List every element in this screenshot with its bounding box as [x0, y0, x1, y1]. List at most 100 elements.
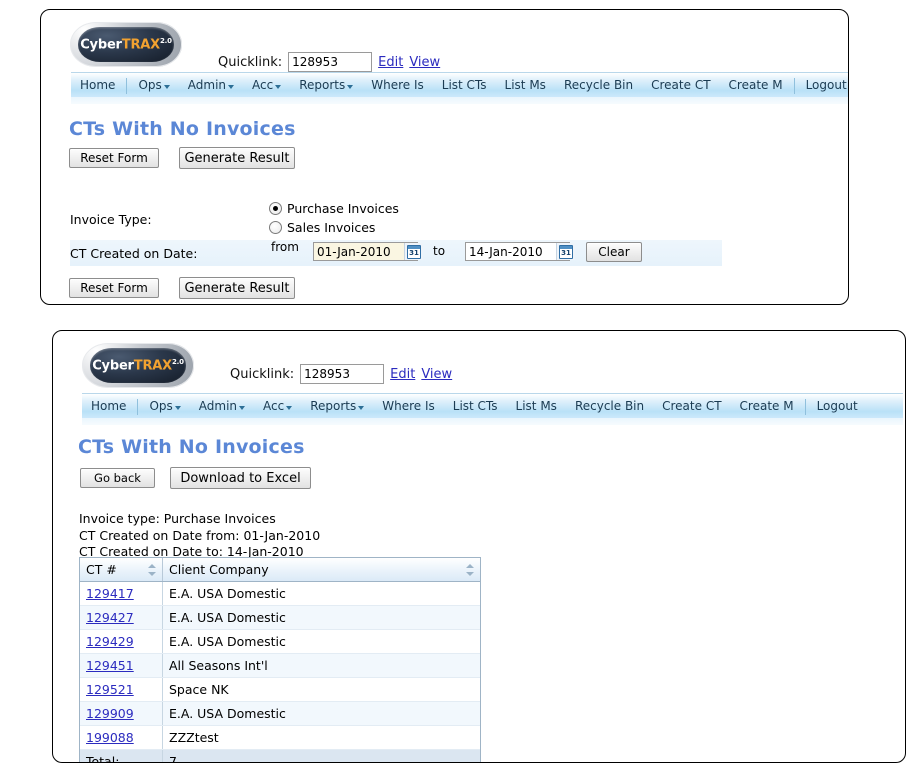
- ct-number-link[interactable]: 129429: [86, 634, 134, 649]
- cell-ct-number: 129429: [80, 629, 163, 654]
- generate-result-button-bottom[interactable]: Generate Result: [179, 277, 295, 299]
- chevron-down-icon: [275, 85, 282, 89]
- total-label: Total:: [80, 749, 163, 762]
- ct-number-link[interactable]: 129521: [86, 682, 134, 697]
- download-to-excel-button[interactable]: Download to Excel: [170, 467, 311, 489]
- nav-item-home[interactable]: Home: [82, 394, 135, 419]
- quicklink-view-link[interactable]: View: [409, 55, 440, 70]
- cybertrax-logo-result: CyberTRAX2.0: [82, 343, 194, 388]
- cybertrax-logo: CyberTRAX2.0: [70, 22, 182, 67]
- date-to-input[interactable]: [466, 243, 556, 260]
- nav-item-label: List Ms: [515, 399, 557, 413]
- ct-number-link[interactable]: 129451: [86, 658, 134, 673]
- invoice-type-option-label: Sales Invoices: [287, 220, 376, 235]
- table-row: 129521 Space NK: [80, 677, 480, 702]
- nav-item-list-ms[interactable]: List Ms: [507, 394, 566, 419]
- cell-client-company: E.A. USA Domestic: [162, 701, 480, 726]
- nav-item-logout[interactable]: Logout: [797, 73, 848, 98]
- go-back-button[interactable]: Go back: [80, 468, 155, 488]
- logo-text-version-result: 2.0: [171, 357, 184, 366]
- ct-number-link[interactable]: 129417: [86, 586, 134, 601]
- nav-item-where-is[interactable]: Where Is: [373, 394, 444, 419]
- clear-dates-button[interactable]: Clear: [586, 242, 642, 262]
- ct-created-date-label: CT Created on Date:: [70, 246, 198, 261]
- cell-ct-number: 129521: [80, 677, 163, 702]
- chevron-down-icon: [347, 85, 354, 89]
- sort-indicator-client-company[interactable]: [466, 563, 475, 576]
- result-panel: CyberTRAX2.0 Quicklink: Edit View Home Op…: [52, 330, 906, 763]
- nav-item-label: List CTs: [452, 399, 498, 413]
- quicklink-edit-link-result[interactable]: Edit: [390, 367, 415, 382]
- calendar-icon-to[interactable]: 31: [556, 243, 575, 260]
- date-from-input[interactable]: [314, 243, 404, 260]
- column-header-ct-number-label: CT #: [86, 562, 117, 577]
- nav-item-ops[interactable]: Ops: [140, 394, 189, 419]
- nav-item-list-cts[interactable]: List CTs: [444, 394, 507, 419]
- ct-number-link[interactable]: 129427: [86, 610, 134, 625]
- nav-item-reports[interactable]: Reports: [290, 73, 362, 98]
- invoice-type-option-1[interactable]: Purchase Invoices: [269, 199, 399, 218]
- nav-item-list-ms[interactable]: List Ms: [496, 73, 555, 98]
- nav-item-create-m[interactable]: Create M: [731, 394, 803, 419]
- generate-result-button-top[interactable]: Generate Result: [179, 147, 295, 169]
- nav-item-list-cts[interactable]: List CTs: [433, 73, 496, 98]
- quicklink-view-link-result[interactable]: View: [421, 367, 452, 382]
- nav-item-label: Acc: [263, 399, 285, 413]
- nav-item-label: Reports: [310, 399, 357, 413]
- quicklink-input[interactable]: [288, 52, 373, 72]
- cell-client-company: Space NK: [162, 677, 480, 702]
- nav-item-admin[interactable]: Admin: [190, 394, 254, 419]
- logo-inner-shape: CyberTRAX2.0: [78, 27, 174, 62]
- nav-item-where-is[interactable]: Where Is: [362, 73, 433, 98]
- radio-button-selected[interactable]: [269, 202, 282, 215]
- nav-item-label: Create CT: [662, 399, 722, 413]
- reset-form-button-bottom[interactable]: Reset Form: [69, 278, 159, 298]
- nav-item-reports[interactable]: Reports: [301, 394, 373, 419]
- logo-text-cyber-result: Cyber: [92, 358, 134, 374]
- date-from-field[interactable]: 31: [313, 242, 423, 261]
- nav-item-create-ct[interactable]: Create CT: [653, 394, 730, 419]
- cell-client-company: ZZZtest: [162, 725, 480, 750]
- nav-item-acc[interactable]: Acc: [254, 394, 301, 419]
- column-header-ct-number[interactable]: CT #: [80, 558, 163, 582]
- nav-item-label: Home: [80, 78, 116, 92]
- invoice-type-label: Invoice Type:: [70, 212, 152, 227]
- quicklink-input-result[interactable]: [300, 364, 385, 384]
- nav-item-label: List CTs: [441, 78, 487, 92]
- main-navigation-result[interactable]: Home Ops Admin Acc Reports Where Is List CTs Li…: [82, 393, 903, 419]
- date-to-field[interactable]: 31: [465, 242, 575, 261]
- nav-item-recycle-bin[interactable]: Recycle Bin: [555, 73, 642, 98]
- sort-indicator-ct-number[interactable]: [148, 563, 157, 576]
- nav-item-logout[interactable]: Logout: [808, 394, 867, 419]
- nav-item-acc[interactable]: Acc: [243, 73, 290, 98]
- column-header-client-company[interactable]: Client Company: [162, 558, 480, 582]
- logo-wordmark-result: CyberTRAX2.0: [92, 357, 184, 374]
- chevron-down-icon: [286, 406, 293, 410]
- ct-number-link[interactable]: 129909: [86, 706, 134, 721]
- form-panel: CyberTRAX2.0 Quicklink: Edit View Home Op…: [40, 9, 849, 305]
- total-row: Total: 7: [80, 749, 480, 762]
- navbar-underline-form: [71, 97, 848, 104]
- nav-item-ops[interactable]: Ops: [129, 73, 178, 98]
- nav-item-home[interactable]: Home: [71, 73, 124, 98]
- result-panel-header: CyberTRAX2.0 Quicklink: Edit View: [53, 331, 905, 393]
- quicklink-edit-link[interactable]: Edit: [378, 55, 403, 70]
- column-header-client-company-label: Client Company: [169, 562, 269, 577]
- invoice-type-option-2[interactable]: Sales Invoices: [269, 218, 399, 237]
- invoice-type-radio-group[interactable]: Purchase Invoices Sales Invoices: [269, 199, 399, 237]
- main-navigation-form[interactable]: Home Ops Admin Acc Reports Where Is List CTs Li…: [71, 72, 848, 98]
- nav-item-label: Logout: [805, 78, 847, 92]
- ct-number-link[interactable]: 199088: [86, 730, 134, 745]
- radio-button-unselected[interactable]: [269, 221, 282, 234]
- nav-item-recycle-bin[interactable]: Recycle Bin: [566, 394, 653, 419]
- table-row: 129451 All Seasons Int'l: [80, 653, 480, 678]
- nav-item-admin[interactable]: Admin: [179, 73, 243, 98]
- calendar-icon-from-day: 31: [409, 248, 419, 257]
- reset-form-button-top[interactable]: Reset Form: [69, 148, 159, 168]
- nav-item-label: Where Is: [371, 78, 424, 92]
- cell-client-company: All Seasons Int'l: [162, 653, 480, 678]
- nav-item-create-ct[interactable]: Create CT: [642, 73, 719, 98]
- results-table: CT # Client Company 129417 E.A. USA Domes…: [80, 558, 480, 762]
- calendar-icon-from[interactable]: 31: [404, 243, 423, 260]
- nav-item-create-m[interactable]: Create M: [720, 73, 792, 98]
